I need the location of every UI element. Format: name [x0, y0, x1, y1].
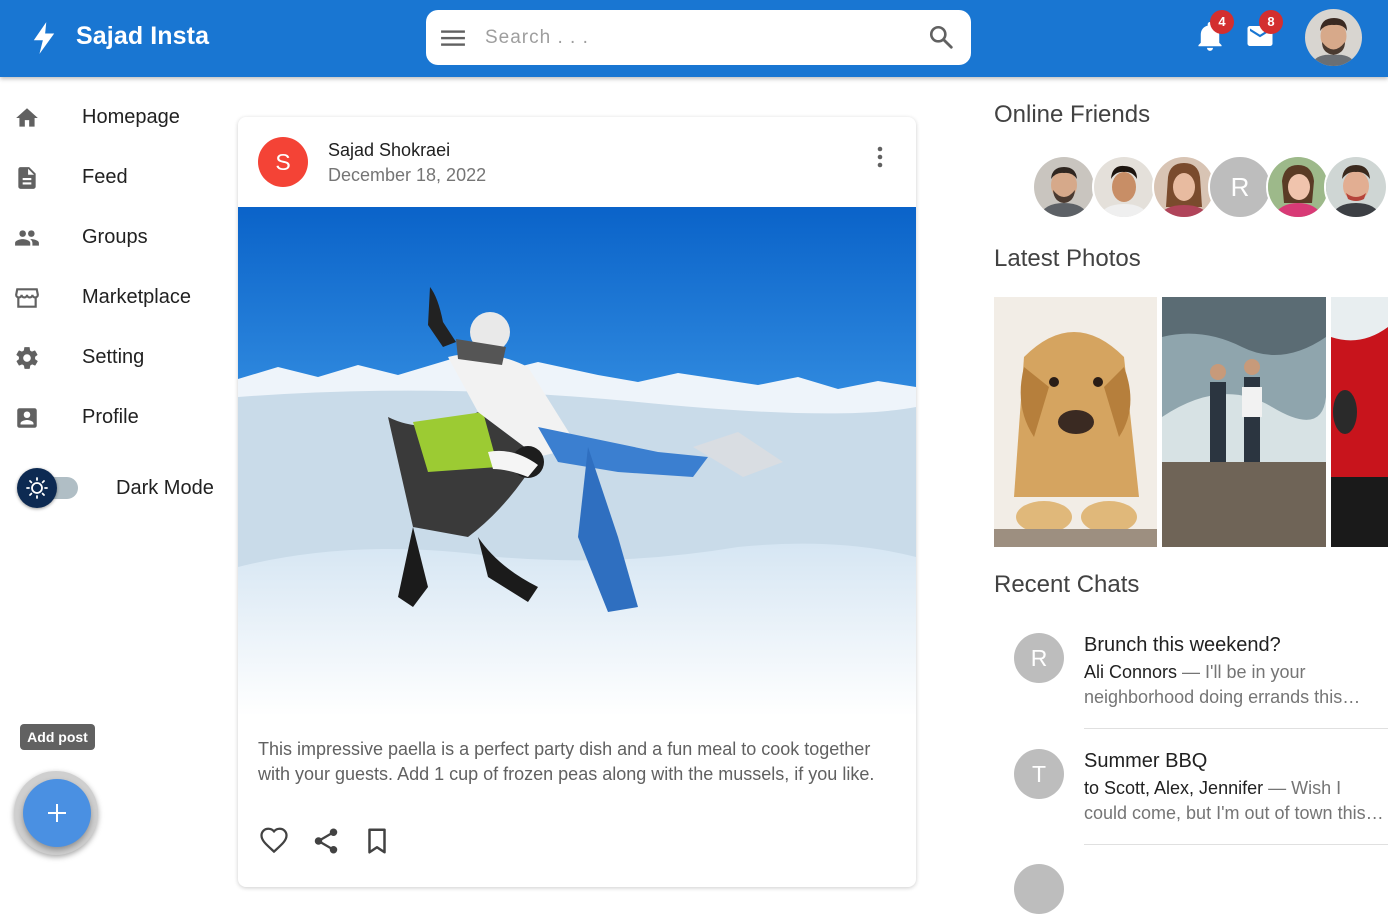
friend-avatar[interactable] [1032, 155, 1096, 219]
sidebar-item-label: Groups [82, 226, 148, 248]
app-bar: Sajad Insta 4 8 [0, 0, 1388, 77]
more-vert-icon[interactable] [870, 145, 890, 169]
add-post-tooltip: Add post [20, 724, 95, 750]
chat-preview: to Scott, Alex, Jennifer — Wish I could … [1084, 776, 1384, 826]
app-title[interactable]: Sajad Insta [76, 22, 209, 51]
friend-avatar[interactable] [1092, 155, 1156, 219]
sidebar-item-marketplace[interactable]: Marketplace [0, 269, 210, 325]
divider [1084, 728, 1388, 729]
post-image [238, 207, 916, 716]
friend-avatar[interactable] [1266, 155, 1330, 219]
latest-photo[interactable] [1331, 297, 1388, 547]
favorite-icon[interactable] [259, 826, 289, 856]
bookmark-icon[interactable] [362, 826, 392, 856]
latest-photos-title: Latest Photos [994, 245, 1141, 272]
menu-icon[interactable] [440, 27, 466, 49]
friend-avatar[interactable] [1324, 155, 1388, 219]
sidebar-item-label: Marketplace [82, 286, 191, 308]
friend-avatar[interactable] [1152, 155, 1216, 219]
sidebar-item-feed[interactable]: Feed [0, 149, 210, 205]
chat-preview: Ali Connors — I'll be in your neighborho… [1084, 660, 1384, 710]
chat-recipients: Ali Connors [1084, 662, 1178, 682]
sidebar-item-label: Profile [82, 406, 139, 428]
chat-recipients: to Scott, Alex, Jennifer [1084, 778, 1264, 798]
chat-title[interactable]: Brunch this weekend? [1084, 634, 1281, 657]
notifications-button[interactable]: 4 [1196, 10, 1234, 52]
home-icon [16, 108, 38, 127]
article-icon [18, 167, 36, 189]
bolt-icon [33, 22, 55, 54]
storefront-icon [15, 288, 39, 308]
sidebar-item-profile[interactable]: Profile [0, 389, 210, 445]
settings-icon [16, 347, 38, 369]
sidebar-item-homepage[interactable]: Homepage [0, 89, 210, 145]
latest-photo[interactable] [994, 297, 1157, 547]
dark-mode-toggle[interactable] [16, 467, 80, 509]
dark-mode-label: Dark Mode [116, 477, 214, 499]
sidebar-item-label: Feed [82, 166, 128, 188]
chat-avatar[interactable]: R [1014, 633, 1064, 683]
latest-photo[interactable] [1162, 297, 1326, 547]
chat-title[interactable]: Summer BBQ [1084, 750, 1207, 773]
search-icon[interactable] [928, 24, 954, 50]
post-date: December 18, 2022 [328, 165, 487, 185]
toggle-thumb [17, 468, 57, 508]
sidebar-item-label: Setting [82, 346, 145, 368]
messages-button[interactable]: 8 [1245, 10, 1283, 52]
add-post-button[interactable] [23, 779, 91, 847]
online-friends-title: Online Friends [994, 101, 1151, 128]
post-author[interactable]: Sajad Shokraei [328, 140, 450, 161]
search-bar [426, 10, 971, 65]
recent-chats-title: Recent Chats [994, 571, 1140, 598]
plus-icon [48, 804, 66, 822]
notifications-badge: 4 [1210, 10, 1234, 34]
post-card: S Sajad Shokraei December 18, 2022 This … [238, 117, 916, 887]
chat-avatar[interactable] [1014, 864, 1064, 914]
sun-icon [26, 477, 48, 499]
sidebar-item-groups[interactable]: Groups [0, 209, 210, 265]
post-text: This impressive paella is a perfect part… [258, 739, 875, 784]
chat-avatar[interactable]: T [1014, 749, 1064, 799]
friend-avatar-letter[interactable]: R [1208, 155, 1272, 219]
messages-badge: 8 [1259, 10, 1283, 34]
account-box-icon [17, 408, 37, 428]
divider [1084, 844, 1388, 845]
share-icon[interactable] [311, 826, 341, 856]
post-author-avatar[interactable]: S [258, 137, 308, 187]
group-icon [15, 230, 39, 246]
search-input[interactable] [483, 23, 907, 53]
user-avatar[interactable] [1305, 9, 1362, 66]
sidebar-item-label: Homepage [82, 106, 180, 128]
sidebar-item-setting[interactable]: Setting [0, 329, 210, 385]
